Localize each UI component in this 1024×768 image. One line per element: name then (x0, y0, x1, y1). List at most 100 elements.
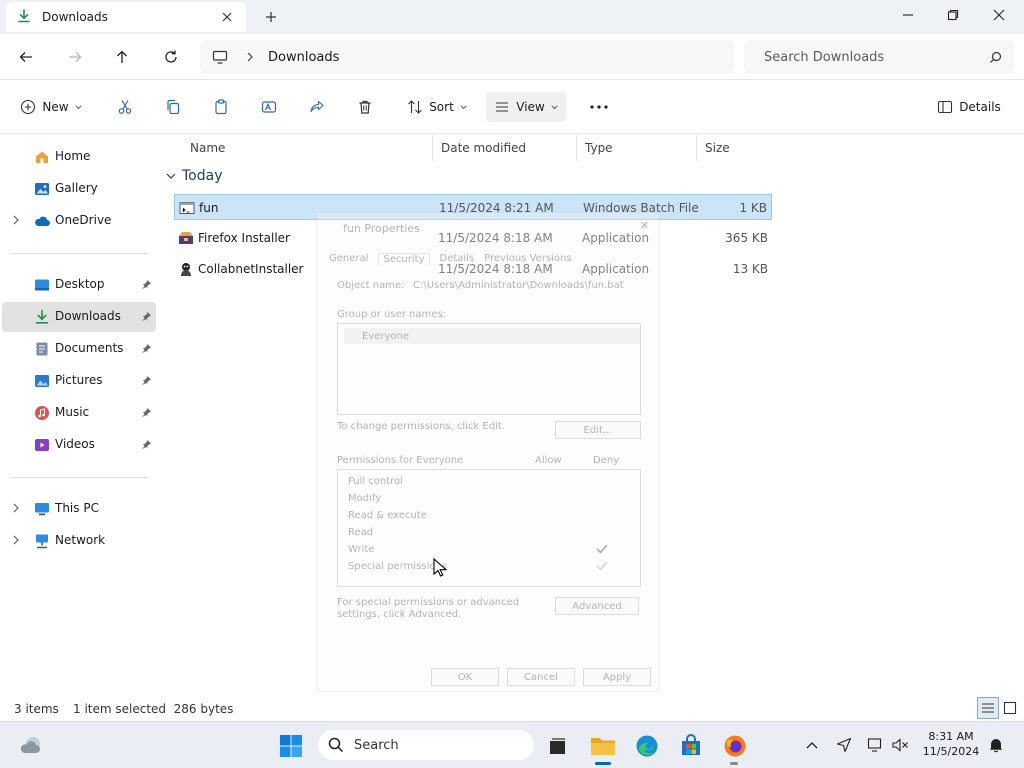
tab-security[interactable]: Security (378, 253, 430, 265)
file-explorer-taskbar-button[interactable] (588, 731, 618, 761)
tiles-view-toggle[interactable] (999, 697, 1021, 719)
start-button[interactable] (276, 731, 306, 761)
more-options-button[interactable] (584, 92, 614, 122)
view-list-icon (496, 102, 509, 112)
firefox-icon (724, 735, 746, 757)
system-clock[interactable]: 8:31 AM 11/5/2024 (918, 729, 984, 759)
more-icon (590, 105, 608, 109)
file-name: CollabnetInstaller (198, 262, 304, 276)
advanced-button[interactable]: Advanced (555, 597, 639, 615)
view-button[interactable]: View (486, 92, 566, 122)
pictures-icon (35, 375, 49, 387)
sidebar-item-documents[interactable]: Documents (2, 334, 156, 364)
tab-downloads[interactable]: Downloads (6, 2, 246, 32)
downloads-arrow-icon (16, 8, 32, 27)
cloud-moon-icon (20, 737, 40, 753)
sidebar-item-downloads[interactable]: Downloads (2, 302, 156, 332)
taskbar-search[interactable]: Search (318, 730, 534, 760)
minimize-button[interactable] (885, 0, 931, 30)
new-button[interactable]: New (16, 92, 86, 122)
cut-button[interactable] (110, 92, 140, 122)
file-name: fun (199, 201, 219, 215)
sidebar-item-pictures[interactable]: Pictures (2, 366, 156, 396)
weather-widget-button[interactable] (16, 731, 46, 761)
refresh-button[interactable] (157, 43, 185, 71)
tab-details[interactable]: Details (440, 253, 475, 265)
paste-button[interactable] (206, 92, 236, 122)
arrow-up-icon (117, 50, 127, 63)
maximize-button[interactable] (930, 0, 976, 30)
pin-icon (142, 344, 151, 353)
chevron-right-icon[interactable] (12, 215, 20, 225)
column-header-size[interactable]: Size (696, 135, 776, 161)
batch-file-icon (179, 202, 195, 214)
chevron-right-icon[interactable] (12, 503, 20, 513)
restore-icon (947, 9, 959, 21)
sidebar-item-network[interactable]: Network (2, 526, 156, 556)
permission-read-execute: Read & execute (348, 510, 427, 521)
sidebar-item-videos[interactable]: Videos (2, 430, 156, 460)
up-button[interactable] (108, 43, 136, 71)
cancel-button[interactable]: Cancel (507, 668, 575, 686)
apply-button[interactable]: Apply (583, 668, 651, 686)
sidebar-item-home[interactable]: Home (2, 142, 156, 172)
sidebar-item-onedrive[interactable]: OneDrive (2, 206, 156, 236)
column-header-date[interactable]: Date modified (432, 135, 576, 161)
task-view-button[interactable] (542, 731, 572, 761)
show-hidden-icons-button[interactable] (802, 735, 822, 755)
back-button[interactable] (12, 43, 40, 71)
notifications-button[interactable] (986, 735, 1006, 755)
search-input[interactable]: Search Downloads (764, 50, 989, 65)
sidebar-item-desktop[interactable]: Desktop (2, 270, 156, 300)
sidebar-item-label: Home (55, 149, 91, 163)
details-view-toggle[interactable] (977, 697, 999, 719)
column-header-type[interactable]: Type (576, 135, 696, 161)
group-header-today[interactable]: Today (166, 168, 223, 184)
firefox-taskbar-button[interactable] (720, 731, 750, 761)
details-pane-button[interactable]: Details (934, 92, 1004, 122)
breadcrumb-downloads[interactable]: Downloads (268, 50, 339, 65)
advanced-button-label: Advanced (572, 600, 622, 612)
chevron-right-icon[interactable] (12, 535, 20, 545)
properties-dialog[interactable]: fun Properties ✕ General Security Detail… (316, 212, 660, 692)
ok-button[interactable]: OK (431, 668, 499, 686)
sort-button[interactable]: Sort (402, 92, 472, 122)
share-button[interactable] (302, 92, 332, 122)
edit-button[interactable]: Edit... (555, 421, 641, 439)
monitor-icon (212, 50, 228, 64)
list-item-everyone[interactable]: Everyone (344, 328, 640, 344)
tab-general[interactable]: General (329, 253, 368, 265)
sidebar-item-gallery[interactable]: Gallery (2, 174, 156, 204)
copy-button[interactable] (158, 92, 188, 122)
edge-taskbar-button[interactable] (632, 731, 662, 761)
volume-tray-button[interactable] (890, 735, 910, 755)
ethernet-monitor-icon (867, 738, 882, 752)
chevron-right-icon (247, 52, 253, 62)
search-box[interactable]: Search Downloads (744, 40, 1014, 74)
trash-icon (359, 100, 371, 114)
running-indicator (730, 762, 738, 765)
column-header-name[interactable]: Name (182, 135, 432, 161)
forward-button[interactable] (61, 43, 89, 71)
close-window-button[interactable] (976, 0, 1022, 30)
task-view-icon (550, 738, 565, 754)
new-tab-button[interactable] (260, 6, 282, 28)
store-taskbar-button[interactable] (676, 731, 706, 761)
tab-close-icon[interactable] (218, 8, 236, 26)
folder-icon (591, 738, 615, 755)
sidebar-item-this-pc[interactable]: This PC (2, 494, 156, 524)
breadcrumb[interactable]: Downloads (200, 40, 734, 74)
rename-button[interactable] (254, 92, 284, 122)
desktop-icon (35, 279, 49, 291)
tab-previous-versions[interactable]: Previous Versions (484, 253, 571, 265)
network-tray-button[interactable] (866, 735, 886, 755)
column-date-label: Date modified (441, 141, 527, 155)
cancel-button-label: Cancel (524, 671, 558, 683)
permission-write: Write (348, 544, 375, 555)
dialog-close-icon[interactable]: ✕ (640, 219, 649, 232)
group-list[interactable]: Everyone (337, 323, 641, 415)
location-tray-button[interactable] (834, 735, 854, 755)
edit-button-label: Edit... (583, 424, 613, 436)
sidebar-item-music[interactable]: Music (2, 398, 156, 428)
delete-button[interactable] (350, 92, 380, 122)
